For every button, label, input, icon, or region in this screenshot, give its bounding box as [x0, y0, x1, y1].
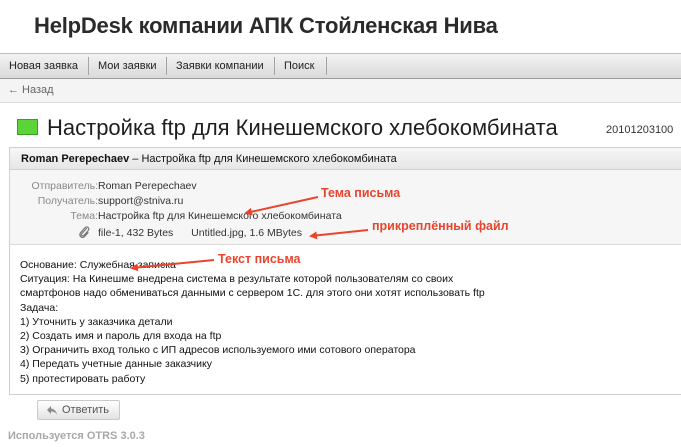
annotation-body: Текст письма	[218, 252, 301, 266]
article-body: Основание: Служебная записка Ситуация: Н…	[20, 258, 485, 386]
main-navigation: Новая заявка Мои заявки Заявки компании …	[0, 53, 681, 79]
article-meta: Отправитель: Roman Perepechaev Получател…	[10, 170, 681, 245]
ticket-number: 20101203100	[606, 124, 674, 136]
attachment-link-file-1[interactable]: file-1	[98, 227, 121, 239]
reply-arrow-icon	[47, 406, 57, 415]
nav-company-tickets[interactable]: Заявки компании	[167, 54, 273, 78]
nav-separator	[326, 57, 327, 75]
body-line: смартфонов надо обмениваться данными с с…	[20, 287, 485, 300]
app-header: HelpDesk компании АПК Стойленская Нива	[0, 0, 681, 52]
article-panel: Roman Perepechaev – Настройка ftp для Ки…	[9, 147, 681, 395]
recipient-value: support@stniva.ru	[98, 195, 184, 207]
subject-value: Настройка ftp для Кинешемского хлебокомб…	[98, 210, 342, 222]
nav-new-ticket[interactable]: Новая заявка	[0, 54, 87, 78]
ticket-status-indicator	[17, 119, 38, 135]
ticket-title: Настройка ftp для Кинешемского хлебокомб…	[47, 115, 558, 140]
sender-label: Отправитель:	[31, 180, 98, 192]
footer-powered-by: Используется OTRS 3.0.3	[8, 430, 145, 442]
reply-button-label: Ответить	[62, 404, 110, 416]
sender-value: Roman Perepechaev	[98, 180, 197, 192]
subject-label: Тема:	[70, 210, 98, 222]
back-link[interactable]: ← Назад	[8, 84, 54, 96]
body-line: 5) протестировать работу	[20, 372, 146, 385]
article-header[interactable]: Roman Perepechaev – Настройка ftp для Ки…	[10, 148, 681, 170]
annotation-subject: Тема письма	[321, 186, 401, 200]
attachment-list: file-1, 432 Bytes Untitled.jpg, 1.6 MByt…	[98, 227, 302, 239]
body-line: 3) Ограничить вход только с ИП адресов и…	[20, 344, 416, 357]
attachment-link-untitled-jpg[interactable]: Untitled.jpg	[191, 227, 244, 239]
back-bar: ← Назад	[0, 79, 681, 103]
article-header-subject: – Настройка ftp для Кинешемского хлебоко…	[129, 153, 397, 165]
app-title: HelpDesk компании АПК Стойленская Нива	[34, 13, 498, 38]
reply-button[interactable]: Ответить	[37, 400, 120, 420]
body-line: Задача:	[20, 301, 59, 314]
annotation-attachment: прикреплённый файл	[372, 219, 509, 233]
attachment-size-file-1: , 432 Bytes	[120, 227, 174, 239]
recipient-label: Получатель:	[37, 195, 98, 207]
body-line: 1) Уточнить у заказчика детали	[20, 315, 173, 328]
body-line: Ситуация: На Кинешме внедрена система в …	[20, 273, 454, 286]
article-header-text: Roman Perepechaev – Настройка ftp для Ки…	[21, 153, 397, 165]
attachment-size-untitled-jpg: , 1.6 MBytes	[243, 227, 303, 239]
body-line: 2) Создать имя и пароль для входа на ftp	[20, 330, 222, 343]
body-line: 4) Передать учетные данные заказчику	[20, 358, 212, 371]
nav-search[interactable]: Поиск	[275, 54, 323, 78]
article-header-sender: Roman Perepechaev	[21, 153, 130, 165]
nav-my-tickets[interactable]: Мои заявки	[89, 54, 166, 78]
paperclip-icon	[79, 226, 90, 239]
